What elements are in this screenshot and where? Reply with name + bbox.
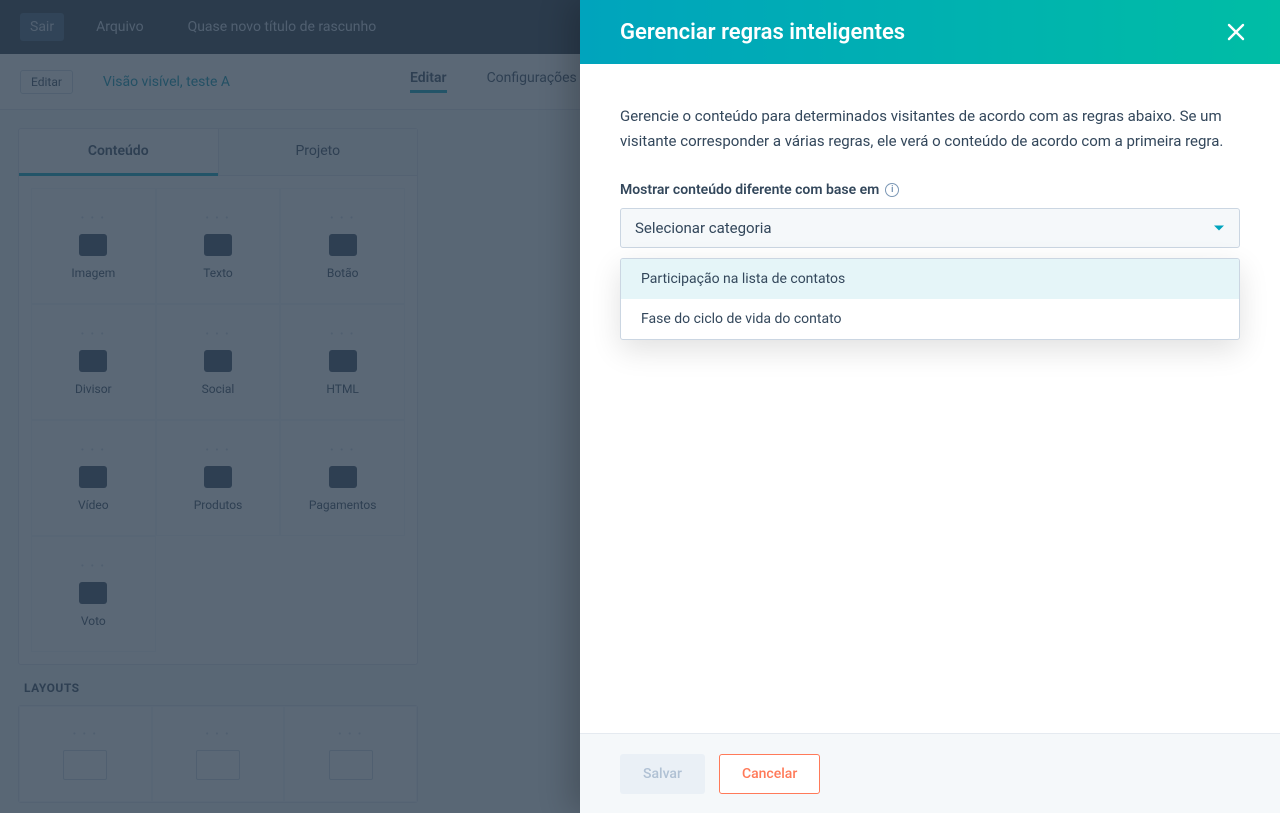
field-label: Mostrar conteúdo diferente com base em i: [620, 182, 1240, 198]
category-dropdown: Participação na lista de contatos Fase d…: [620, 258, 1240, 340]
panel-title: Gerenciar regras inteligentes: [620, 20, 905, 45]
category-select-wrap: Selecionar categoria Participação na lis…: [620, 208, 1240, 248]
panel-header: Gerenciar regras inteligentes: [580, 0, 1280, 64]
caret-down-icon: [1213, 222, 1225, 234]
panel-body: Gerencie o conteúdo para determinados vi…: [580, 64, 1280, 733]
panel-description: Gerencie o conteúdo para determinados vi…: [620, 104, 1240, 154]
field-label-text: Mostrar conteúdo diferente com base em: [620, 182, 879, 198]
save-button[interactable]: Salvar: [620, 754, 705, 794]
close-icon[interactable]: [1226, 22, 1246, 42]
panel-footer: Salvar Cancelar: [580, 733, 1280, 813]
category-select[interactable]: Selecionar categoria: [620, 208, 1240, 248]
smart-rules-panel: Gerenciar regras inteligentes Gerencie o…: [580, 0, 1280, 813]
info-icon[interactable]: i: [885, 183, 899, 197]
cancel-button[interactable]: Cancelar: [719, 754, 820, 794]
dropdown-option[interactable]: Fase do ciclo de vida do contato: [621, 299, 1239, 339]
dropdown-option[interactable]: Participação na lista de contatos: [621, 259, 1239, 299]
select-placeholder: Selecionar categoria: [635, 219, 772, 237]
